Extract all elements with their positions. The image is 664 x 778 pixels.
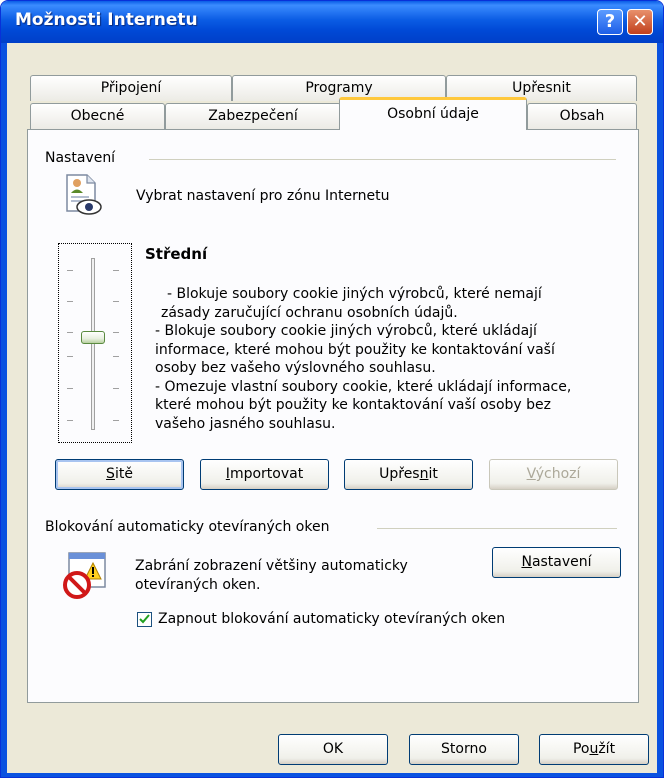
privacy-icon xyxy=(66,174,102,215)
settings-group-label: Nastavení xyxy=(45,150,116,166)
tab-obecne[interactable]: Obecné xyxy=(30,103,165,129)
checkmark-icon xyxy=(139,614,150,624)
ok-button[interactable]: OK xyxy=(278,734,388,765)
slider-track xyxy=(91,258,95,430)
description-line: - Blokuje soubory cookie jiných výrobců,… xyxy=(155,323,537,339)
apply-button[interactable]: Použít xyxy=(539,734,649,765)
slider-tick xyxy=(67,301,73,302)
privacy-level-description: - Blokuje soubory cookie jiných výrobců,… xyxy=(155,285,617,433)
default-button[interactable]: Výchozí xyxy=(489,459,618,490)
description-line: které mohou být použity ke kontaktování … xyxy=(155,397,552,413)
slider-tick xyxy=(113,356,119,357)
description-line: osoby bez vašeho výslovného souhlasu. xyxy=(155,360,436,376)
slider-tick xyxy=(67,420,73,421)
popup-blocker-checkbox[interactable] xyxy=(137,612,152,627)
tab-pripojeni[interactable]: Připojení xyxy=(30,75,232,101)
slider-tick xyxy=(113,301,119,302)
popup-separator xyxy=(377,528,617,529)
slider-tick xyxy=(67,332,73,333)
slider-tick xyxy=(113,388,119,389)
settings-separator xyxy=(149,159,616,160)
description-line: - Blokuje soubory cookie jiných výrobců,… xyxy=(167,286,542,302)
sites-button[interactable]: Sitě xyxy=(55,459,184,490)
slider-tick xyxy=(113,332,119,333)
help-icon[interactable]: ? xyxy=(597,9,623,35)
slider-tick xyxy=(113,270,119,271)
window-frame-left xyxy=(1,43,7,777)
description-line: zásady zaručující ochranu osobních údajů… xyxy=(161,304,458,321)
tab-zabezpeceni[interactable]: Zabezpečení xyxy=(165,103,341,129)
import-button[interactable]: Importovat xyxy=(200,459,329,490)
tab-osobni-udaje[interactable]: Osobní údaje xyxy=(339,97,527,130)
popup-description: Zabrání zobrazení většiny automaticky ot… xyxy=(135,557,408,595)
slider-tick xyxy=(67,270,73,271)
privacy-level-title: Střední xyxy=(145,245,208,263)
popup-text-line: otevíraných oken. xyxy=(135,577,261,593)
slider-tick xyxy=(67,356,73,357)
description-line: informace, které mohou být použity ke ko… xyxy=(155,341,555,358)
title-bar[interactable]: Možnosti Internetu ? ✕ xyxy=(1,1,663,43)
popup-group-label: Blokování automaticky otevíraných oken xyxy=(45,519,330,535)
slider-tick xyxy=(113,420,119,421)
dialog-window: Možnosti Internetu ? ✕ Připojení Program… xyxy=(0,0,664,778)
cancel-button[interactable]: Storno xyxy=(409,734,519,765)
description-line: vašeho jasného souhlasu. xyxy=(155,415,336,432)
description-line: - Omezuje vlastní soubory cookie, které … xyxy=(155,378,572,395)
close-icon[interactable]: ✕ xyxy=(627,9,653,35)
popup-blocker-icon xyxy=(63,552,106,599)
slider-thumb[interactable] xyxy=(81,331,105,344)
popup-blocker-checkbox-label[interactable]: Zapnout blokování automaticky otevíranýc… xyxy=(158,611,505,627)
zone-text: Vybrat nastavení pro zónu Internetu xyxy=(136,188,390,204)
tab-obsah[interactable]: Obsah xyxy=(527,103,637,129)
slider-tick xyxy=(67,388,73,389)
window-frame-bottom xyxy=(1,773,663,777)
popup-settings-button[interactable]: Nastavení xyxy=(492,547,621,578)
advanced-button[interactable]: Upřesnit xyxy=(344,459,473,490)
window-frame-right xyxy=(657,43,663,777)
popup-text-line: Zabrání zobrazení většiny automaticky xyxy=(135,558,408,574)
window-title: Možnosti Internetu xyxy=(15,10,198,30)
privacy-level-slider[interactable] xyxy=(58,243,132,443)
